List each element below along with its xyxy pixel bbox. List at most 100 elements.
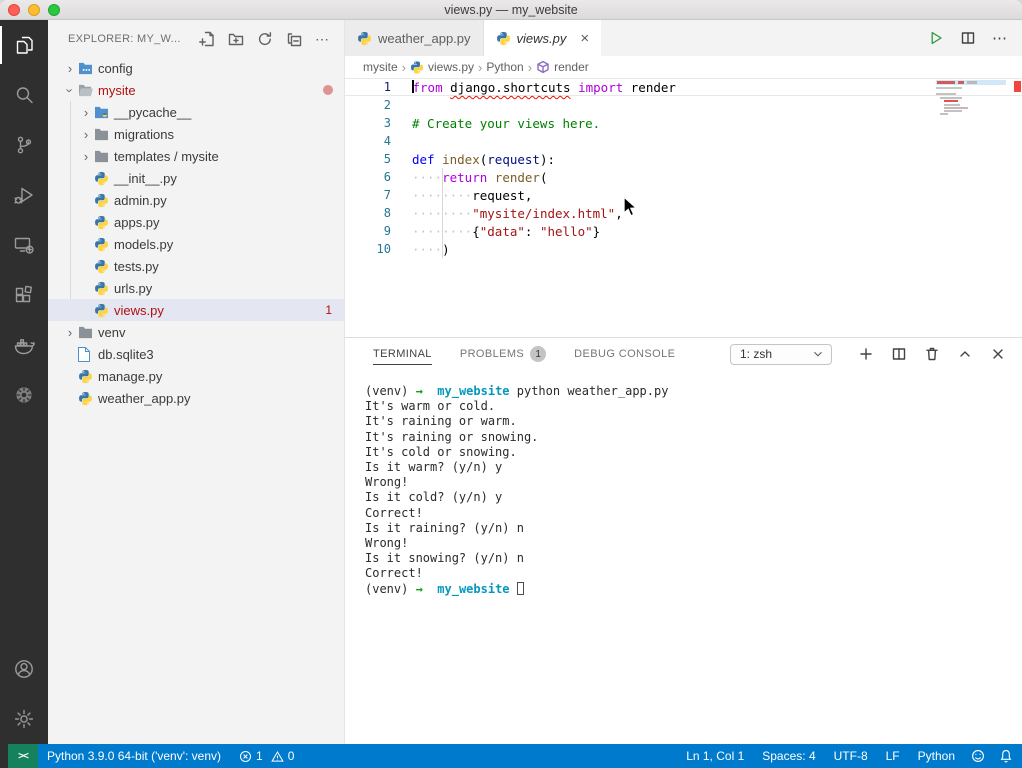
tree-item-db-sqlite3[interactable]: db.sqlite3 <box>48 343 344 365</box>
activity-explorer[interactable] <box>0 20 48 70</box>
activity-run-and-debug[interactable] <box>0 170 48 220</box>
activity-accounts[interactable] <box>0 644 48 694</box>
remote-indicator[interactable]: >< <box>8 744 38 768</box>
code-line-2: 2 <box>345 96 1022 114</box>
panel-tab-terminal[interactable]: TERMINAL <box>373 338 432 370</box>
folder-config-icon <box>78 62 98 75</box>
tree-item-models-py[interactable]: models.py <box>48 233 344 255</box>
shell-selector-dropdown[interactable]: 1: zsh <box>730 343 832 365</box>
minimap-line <box>940 97 962 99</box>
status-language-mode[interactable]: Python <box>909 744 964 768</box>
split-editor-icon[interactable] <box>960 30 976 46</box>
python-icon <box>94 171 114 186</box>
panel-tab-problems[interactable]: PROBLEMS 1 <box>460 338 547 370</box>
tree-item-views-py[interactable]: views.py 1 <box>48 299 344 321</box>
terminal-line: Is it snowing? (y/n) n <box>365 551 524 566</box>
python-icon <box>94 215 114 230</box>
new-folder-icon[interactable] <box>228 31 244 47</box>
panel-tab-label: DEBUG CONSOLE <box>574 348 676 360</box>
new-file-icon[interactable] <box>199 31 215 47</box>
status-problems[interactable]: 1 0 <box>230 744 303 768</box>
tree-item-label: migrations <box>114 126 174 142</box>
tree-item-manage-py[interactable]: manage.py <box>48 365 344 387</box>
more-actions-icon[interactable]: ⋯ <box>315 32 330 46</box>
panel-header: TERMINAL PROBLEMS 1 DEBUG CONSOLE 1: zsh <box>345 338 1022 370</box>
close-panel-icon[interactable] <box>990 346 1006 362</box>
status-encoding[interactable]: UTF-8 <box>825 744 877 768</box>
tree-item-apps-py[interactable]: apps.py <box>48 211 344 233</box>
more-actions-icon[interactable]: ⋯ <box>992 29 1008 47</box>
tree-item-migrations[interactable]: › migrations <box>48 123 344 145</box>
extension-wheel-icon <box>12 383 36 407</box>
tree-item-config[interactable]: › config <box>48 57 344 79</box>
code-line-5: 5 def index(request): <box>345 150 1022 168</box>
tree-item-urls-py[interactable]: urls.py <box>48 277 344 299</box>
status-cursor-position[interactable]: Ln 1, Col 1 <box>677 744 753 768</box>
activity-search[interactable] <box>0 70 48 120</box>
tree-item-weather-app-py[interactable]: weather_app.py <box>48 387 344 409</box>
tree-item-mysite[interactable]: › mysite <box>48 79 344 101</box>
run-python-file-icon[interactable] <box>928 30 944 46</box>
minimap[interactable] <box>936 80 1006 128</box>
tab-bar: weather_app.py views.py × ⋯ <box>345 20 1022 56</box>
notifications-bell-icon[interactable] <box>992 744 1020 768</box>
code-editor[interactable]: 1 from django.shortcuts import render 2 3 # … <box>345 78 1022 337</box>
tree-item-venv[interactable]: › venv <box>48 321 344 343</box>
code-line-10: 10 ····) <box>345 240 1022 258</box>
tab-views-py[interactable]: views.py × <box>483 20 602 56</box>
status-python-interpreter[interactable]: Python 3.9.0 64-bit ('venv': venv) <box>38 744 230 768</box>
activity-source-control[interactable] <box>0 120 48 170</box>
chevron-right-icon: › <box>83 126 89 142</box>
overview-ruler-error-mark[interactable] <box>1014 81 1021 92</box>
line-number: 10 <box>376 242 391 256</box>
breadcrumb-views-py[interactable]: views.py <box>410 60 474 74</box>
activity-bar <box>0 20 48 744</box>
refresh-icon[interactable] <box>257 31 273 47</box>
close-tab-icon[interactable]: × <box>580 31 589 46</box>
titlebar[interactable]: views.py — my_website <box>0 0 1022 20</box>
tree-item--pycache-[interactable]: › __pycache__ <box>48 101 344 123</box>
folder-open-icon <box>78 84 98 97</box>
activity-docker[interactable] <box>0 320 48 370</box>
python-icon <box>78 391 98 406</box>
python-icon <box>357 31 372 46</box>
terminal-output[interactable]: (venv) → my_website python weather_app.p… <box>345 370 1022 744</box>
tree-item--init-py[interactable]: __init__.py <box>48 167 344 189</box>
warning-count: 0 <box>287 749 295 763</box>
breadcrumb-mysite[interactable]: mysite <box>363 60 398 74</box>
activity-remote-explorer[interactable] <box>0 220 48 270</box>
split-terminal-icon[interactable] <box>891 346 907 362</box>
collapse-all-icon[interactable] <box>286 31 302 47</box>
activity-extension-wheel[interactable] <box>0 370 48 420</box>
tree-item-templates-mysite[interactable]: › templates / mysite <box>48 145 344 167</box>
feedback-smiley-icon[interactable] <box>964 744 992 768</box>
status-indentation[interactable]: Spaces: 4 <box>753 744 824 768</box>
tree-item-tests-py[interactable]: tests.py <box>48 255 344 277</box>
tree-item-admin-py[interactable]: admin.py <box>48 189 344 211</box>
new-terminal-icon[interactable] <box>858 346 874 362</box>
vscode-window: views.py — my_website EXPLORER: MY_W... … <box>0 0 1022 768</box>
terminal-line: Wrong! <box>365 536 409 551</box>
tab-weather_app-py[interactable]: weather_app.py <box>345 20 484 56</box>
line-number: 2 <box>383 98 391 112</box>
recording-dot <box>323 85 333 95</box>
line-content: ········request, <box>412 187 533 203</box>
activity-settings[interactable] <box>0 694 48 744</box>
chevron-down-icon <box>811 347 825 361</box>
tree-item-label: __pycache__ <box>114 104 192 120</box>
maximize-panel-icon[interactable] <box>957 346 973 362</box>
tab-label: views.py <box>516 30 567 46</box>
tree-item-label: views.py <box>114 302 164 318</box>
python-icon <box>94 259 114 274</box>
activity-extensions[interactable] <box>0 270 48 320</box>
source-control-icon <box>12 133 36 157</box>
panel-tab-debug-console[interactable]: DEBUG CONSOLE <box>574 338 675 370</box>
tree-item-label: urls.py <box>114 280 153 296</box>
breadcrumb-python[interactable]: Python <box>486 60 523 74</box>
kill-terminal-icon[interactable] <box>924 346 940 362</box>
status-eol[interactable]: LF <box>877 744 909 768</box>
breadcrumb-render[interactable]: render <box>536 60 589 74</box>
minimap-line <box>967 81 977 84</box>
tree-item-label: models.py <box>114 236 174 252</box>
explorer-icon <box>12 33 36 57</box>
